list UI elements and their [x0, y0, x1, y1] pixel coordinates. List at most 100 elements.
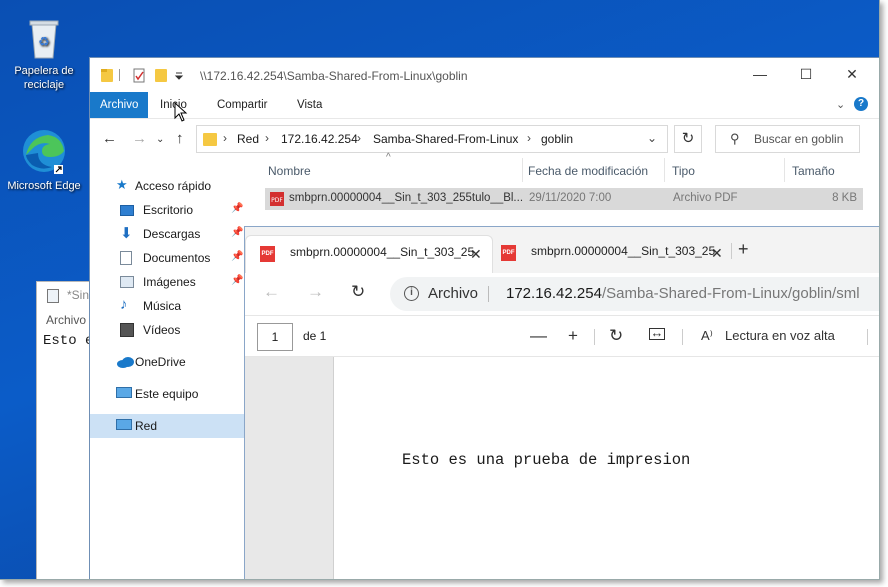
recycle-bin-shortcut[interactable]: ♻ Papelera de reciclaje [4, 14, 84, 92]
refresh-button[interactable]: ↻ [674, 125, 702, 153]
back-arrow-icon[interactable]: ← [102, 130, 117, 147]
pin-icon[interactable]: 📌 [231, 275, 243, 286]
ribbon-expand-icon[interactable]: ⌄ [836, 98, 845, 111]
read-aloud-icon[interactable]: A⁾ [701, 328, 713, 344]
nav-item-descargas[interactable]: ⬇ Descargas 📌 [90, 222, 245, 246]
quick-access-dropdown-icon[interactable] [174, 67, 184, 83]
up-arrow-icon[interactable]: ↑ [176, 130, 184, 147]
explorer-titlebar[interactable]: \\172.16.42.254\Samba-Shared-From-Linux\… [90, 58, 879, 92]
forward-arrow-icon[interactable]: → [132, 130, 147, 147]
refresh-icon[interactable]: ↻ [351, 282, 365, 302]
tab-close-icon[interactable]: ✕ [470, 246, 482, 263]
breadcrumb-share[interactable]: Samba-Shared-From-Linux [373, 132, 518, 146]
toolbar-divider [594, 329, 595, 345]
column-fecha[interactable]: Fecha de modificación [528, 164, 648, 178]
rotate-icon[interactable]: ↻ [609, 326, 623, 346]
toolbar-divider [867, 329, 868, 345]
column-nombre[interactable]: Nombre [268, 164, 311, 178]
properties-icon[interactable] [132, 67, 146, 83]
help-icon[interactable]: ? [854, 97, 868, 111]
edge-icon [20, 127, 68, 175]
nav-item-este-equipo[interactable]: Este equipo [90, 382, 245, 406]
pin-icon[interactable]: 📌 [231, 251, 243, 262]
pdf-tab-icon: PDF [501, 245, 516, 261]
address-dropdown-icon[interactable]: ⌄ [647, 131, 657, 145]
pdf-tab-icon: PDF [260, 246, 275, 262]
file-modified: 29/11/2020 7:00 [529, 192, 612, 204]
tab-close-icon[interactable]: ✕ [711, 245, 723, 262]
recycle-bin-label: Papelera de reciclaje [14, 65, 74, 91]
pin-icon[interactable]: 📌 [231, 227, 243, 238]
column-tamano[interactable]: Tamaño [792, 164, 835, 178]
edge-shortcut[interactable]: Microsoft Edge [4, 127, 84, 193]
address-bar[interactable]: › Red › 172.16.42.254 › Samba-Shared-Fro… [196, 125, 668, 153]
nav-item-red[interactable]: Red [90, 414, 245, 438]
breadcrumb-red[interactable]: Red [237, 132, 259, 146]
tab-compartir[interactable]: Compartir [207, 92, 277, 118]
toolbar-divider [682, 329, 683, 345]
zoom-in-icon[interactable]: + [568, 326, 578, 346]
column-divider[interactable] [664, 158, 665, 182]
url-host: 172.16.42.254 [506, 285, 602, 302]
file-size: 8 KB [832, 192, 857, 204]
breadcrumb-goblin[interactable]: goblin [541, 132, 573, 146]
pin-icon[interactable]: 📌 [231, 203, 243, 214]
pdf-page[interactable]: Esto es una prueba de impresion [333, 357, 879, 580]
explorer-title-path: \\172.16.42.254\Samba-Shared-From-Linux\… [200, 69, 468, 83]
navigation-pane: ★ Acceso rápido Escritorio 📌 ⬇ Descargas… [90, 160, 245, 580]
nav-item-imagenes[interactable]: Imágenes 📌 [90, 270, 245, 294]
back-arrow-icon[interactable]: ← [263, 282, 280, 302]
recycle-bin-icon: ♻ [24, 14, 64, 60]
video-film-icon [120, 323, 134, 337]
url-text: 172.16.42.254/Samba-Shared-From-Linux/go… [506, 285, 860, 302]
nav-item-musica[interactable]: ♪ Música [90, 294, 245, 318]
nav-item-documentos[interactable]: Documentos 📌 [90, 246, 245, 270]
url-divider [488, 286, 489, 302]
svg-text:PDF: PDF [271, 197, 283, 204]
nav-item-onedrive[interactable]: OneDrive [90, 350, 245, 374]
folder-icon [203, 133, 217, 146]
breadcrumb-sep-icon: › [357, 131, 361, 145]
recent-locations-icon[interactable]: ⌄ [156, 134, 164, 145]
tab-vista[interactable]: Vista [287, 92, 332, 118]
edge-label: Microsoft Edge [7, 180, 81, 192]
file-name: smbprn.00000004__Sin_t_303_255tulo__Bl..… [289, 192, 524, 204]
folder-icon [101, 69, 113, 82]
document-icon [120, 251, 132, 265]
page-number-input[interactable]: 1 [257, 323, 293, 351]
minimize-button[interactable]: — [737, 58, 783, 90]
new-tab-button[interactable]: + [738, 239, 749, 260]
close-button[interactable]: ✕ [829, 58, 875, 90]
forward-arrow-icon[interactable]: → [307, 282, 324, 302]
pdf-text: Esto es una prueba de impresion [402, 451, 691, 469]
url-bar[interactable]: i Archivo 172.16.42.254/Samba-Shared-Fro… [390, 277, 880, 311]
column-divider[interactable] [522, 158, 523, 182]
tab-pdf-active[interactable]: PDF smbprn.00000004__Sin_t_303_25 ✕ [245, 235, 493, 273]
desktop: ♻ Papelera de reciclaje Microsoft Edge *… [0, 0, 880, 580]
search-input[interactable]: ⚲ Buscar en goblin [715, 125, 860, 153]
tab-archivo[interactable]: Archivo [90, 92, 149, 118]
column-tipo[interactable]: Tipo [672, 164, 695, 178]
new-folder-icon[interactable] [154, 67, 168, 83]
download-arrow-icon: ⬇ [120, 225, 133, 242]
fit-page-icon[interactable]: ↔ [649, 326, 665, 340]
edge-window[interactable]: PDF smbprn.00000004__Sin_t_303_25 ✕ PDF … [244, 226, 880, 580]
column-headers: ^ Nombre Fecha de modificación Tipo Tama… [260, 152, 870, 184]
address-row: ← → ⌄ ↑ › Red › 172.16.42.254 › Samba-Sh… [90, 118, 879, 160]
file-type: Archivo PDF [673, 192, 738, 204]
pdf-viewer[interactable]: Esto es una prueba de impresion [245, 357, 879, 580]
tab-pdf-inactive[interactable]: PDF smbprn.00000004__Sin_t_303_25 ✕ [487, 235, 727, 273]
read-aloud-label[interactable]: Lectura en voz alta [725, 328, 835, 343]
zoom-out-icon[interactable]: — [530, 326, 547, 346]
mouse-cursor-icon [174, 102, 188, 122]
nav-item-acceso-rapido[interactable]: ★ Acceso rápido [90, 174, 245, 198]
column-divider[interactable] [784, 158, 785, 182]
file-row[interactable]: PDF smbprn.00000004__Sin_t_303_255tulo__… [265, 188, 863, 210]
nav-item-escritorio[interactable]: Escritorio 📌 [90, 198, 245, 222]
nav-item-videos[interactable]: Vídeos [90, 318, 245, 342]
breadcrumb-host[interactable]: 172.16.42.254 [281, 132, 358, 146]
maximize-button[interactable]: ☐ [783, 58, 829, 90]
computer-icon [116, 387, 132, 398]
url-path: /Samba-Shared-From-Linux/goblin/sml [601, 285, 860, 302]
url-scheme: Archivo [428, 285, 479, 302]
